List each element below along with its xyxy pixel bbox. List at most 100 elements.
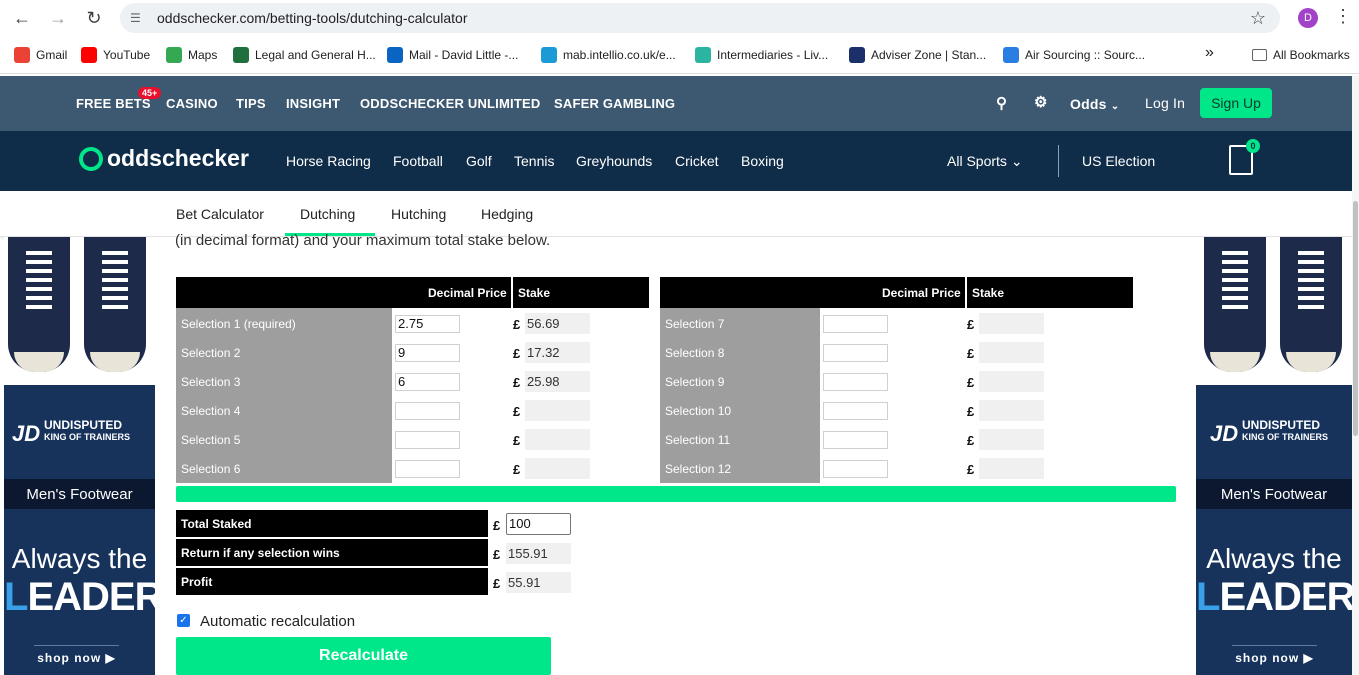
left-table-header: Decimal Price Stake [176,277,649,308]
nav-safer-gambling[interactable]: SAFER GAMBLING [554,96,675,111]
decimal-price-input[interactable]: 6 [395,373,460,391]
nav-insight[interactable]: INSIGHT [286,96,340,111]
address-bar[interactable]: ☰ oddschecker.com/betting-tools/dutching… [120,3,1280,33]
currency-symbol: £ [513,317,521,332]
nav-horse-racing[interactable]: Horse Racing [286,153,371,169]
bookmark-item[interactable]: Adviser Zone | Stan... [849,46,986,64]
nav-greyhounds[interactable]: Greyhounds [576,153,652,169]
decimal-price-input[interactable] [823,344,888,362]
decimal-price-input[interactable] [823,402,888,420]
nav-us-election[interactable]: US Election [1082,153,1155,169]
bookmark-label: YouTube [103,48,151,62]
ad-category: Men's Footwear [1220,486,1328,503]
shop-now-link[interactable]: shop now ▶ [34,645,119,667]
tab-dutching[interactable]: Dutching [300,206,355,222]
search-icon[interactable]: ⚲ [996,94,1007,112]
ad-tagline-line1: UNDISPUTED [44,418,123,432]
bookmark-item[interactable]: Intermediaries - Liv... [695,46,828,64]
bookmark-item[interactable]: mab.intellio.co.uk/e... [541,46,676,64]
bookmark-item[interactable]: Legal and General H... [233,46,376,64]
bookmark-item[interactable]: Air Sourcing :: Sourc... [1003,46,1145,64]
scrollbar-thumb[interactable] [1353,201,1358,436]
nav-boxing[interactable]: Boxing [741,153,784,169]
currency-symbol: £ [513,375,521,390]
nav-free-bets[interactable]: FREE BETS [76,96,151,111]
total-stake-input[interactable]: 100 [506,513,571,535]
recalculate-button[interactable]: Recalculate [176,637,551,675]
currency-symbol: £ [493,518,501,533]
reload-icon[interactable]: ↻ [82,6,106,30]
chevron-down-icon: ⌄ [1110,101,1120,112]
odds-format-dropdown[interactable]: Odds ⌄ [1070,96,1119,112]
play-circle-icon: ▶ [1303,651,1314,665]
bookmark-item[interactable]: Maps [166,46,217,64]
decimal-price-input[interactable] [395,460,460,478]
browser-menu-icon[interactable]: ⋮ [1334,6,1352,27]
nav-oddschecker-unlimited[interactable]: ODDSCHECKER UNLIMITED [360,96,540,111]
profit-label: Profit [176,568,488,595]
nav-golf[interactable]: Golf [466,153,492,169]
login-link[interactable]: Log In [1145,95,1185,111]
bookmark-item[interactable]: Mail - David Little -... [387,46,518,64]
currency-symbol: £ [513,433,521,448]
decimal-price-input[interactable]: 9 [395,344,460,362]
profile-avatar[interactable]: D [1298,8,1318,28]
selection-label: Selection 8 [665,346,725,360]
left-ad-banner[interactable]: JD UNDISPUTED KING OF TRAINERS Men's Foot… [4,237,155,675]
bookmarks-overflow-button[interactable]: » [1205,44,1214,62]
stake-output [979,371,1044,392]
bookmark-item[interactable]: YouTube [81,46,150,64]
nav-tips[interactable]: TIPS [236,96,266,111]
shop-now-link[interactable]: shop now ▶ [1232,645,1317,667]
nav-casino[interactable]: CASINO [166,96,218,111]
total-staked-label: Total Staked [176,510,488,537]
ad-category: Men's Footwear [26,486,133,503]
stake-output: 56.69 [525,313,590,334]
stake-output [979,313,1044,334]
currency-symbol: £ [513,462,521,477]
decimal-price-input[interactable] [823,460,888,478]
ad-tagline-line2: KING OF TRAINERS [1242,432,1329,442]
circle-icon [541,47,557,63]
all-bookmarks-button[interactable]: All Bookmarks [1252,46,1350,64]
currency-symbol: £ [967,317,975,332]
signup-button[interactable]: Sign Up [1200,88,1272,118]
url-text[interactable]: oddschecker.com/betting-tools/dutching-c… [157,10,468,26]
right-ad-banner[interactable]: JD UNDISPUTED KING OF TRAINERS Men's Foot… [1196,237,1352,675]
profit-value: 55.91 [506,572,571,593]
currency-symbol: £ [967,346,975,361]
currency-symbol: £ [967,462,975,477]
tab-hedging[interactable]: Hedging [481,206,533,222]
bookmark-star-icon[interactable]: ☆ [1250,8,1266,29]
tab-hutching[interactable]: Hutching [391,206,446,222]
all-sports-dropdown[interactable]: All Sports ⌄ [947,153,1023,170]
bookmark-label: Mail - David Little -... [409,48,519,62]
decimal-price-input[interactable] [395,402,460,420]
intro-text: (in decimal format) and your maximum tot… [175,232,551,249]
site-top-nav: FREE BETS 45+ CASINO TIPS INSIGHT ODDSCH… [0,76,1352,131]
ad-headline: Always the [11,543,148,574]
logo-mark-icon [79,146,103,171]
auto-recalc-label[interactable]: Automatic recalculation [200,613,355,630]
auto-recalc-checkbox[interactable]: ✓ [177,614,190,627]
oddschecker-logo[interactable]: oddschecker [79,145,249,172]
settings-gear-icon[interactable]: ⚙ [1034,93,1048,111]
page-scrollbar[interactable] [1352,76,1359,675]
bookmark-label: Intermediaries - Liv... [717,48,829,62]
decimal-price-input[interactable] [823,315,888,333]
nav-cricket[interactable]: Cricket [675,153,719,169]
decimal-price-input[interactable]: 2.75 [395,315,460,333]
back-arrow-icon[interactable]: ← [10,6,34,30]
tab-bet-calculator[interactable]: Bet Calculator [176,206,264,222]
currency-symbol: £ [967,375,975,390]
site-info-icon[interactable]: ☰ [130,11,144,25]
decimal-price-input[interactable] [823,373,888,391]
forward-arrow-icon[interactable]: → [46,6,70,30]
decimal-price-input[interactable] [395,431,460,449]
decimal-price-input[interactable] [823,431,888,449]
nav-tennis[interactable]: Tennis [514,153,554,169]
nav-football[interactable]: Football [393,153,443,169]
bookmark-item[interactable]: Gmail [14,46,67,64]
currency-symbol: £ [493,576,501,591]
stake-output: 25.98 [525,371,590,392]
